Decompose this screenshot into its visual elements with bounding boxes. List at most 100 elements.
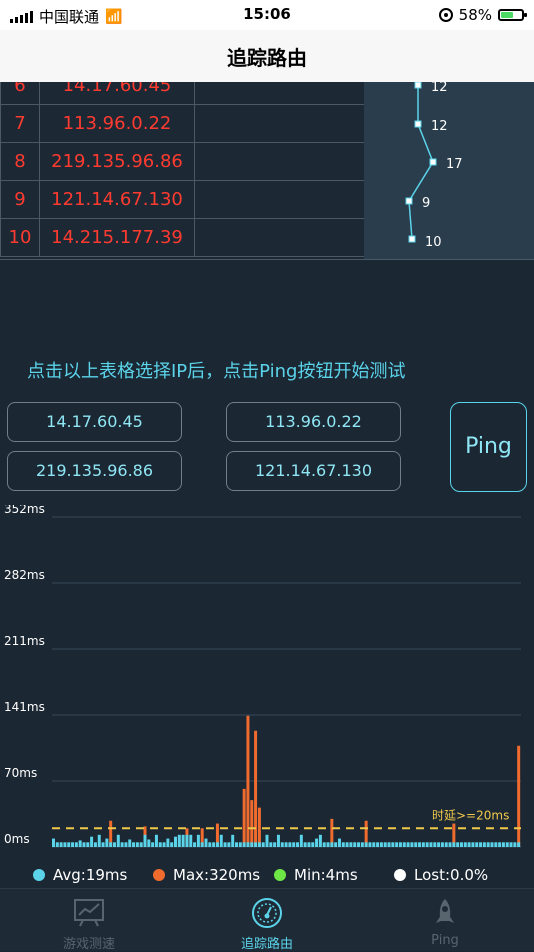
y-tick-label: 70ms	[4, 766, 37, 780]
avg-bar	[372, 842, 376, 847]
avg-bar	[52, 838, 55, 847]
ip-button-2[interactable]: 113.96.0.22	[226, 402, 401, 442]
avg-bar	[303, 842, 307, 847]
avg-bar	[246, 842, 250, 847]
route-node-label: 12	[431, 119, 448, 134]
avg-bar	[280, 842, 284, 847]
avg-bar	[398, 842, 402, 847]
avg-bar	[208, 842, 212, 847]
avg-bar	[471, 842, 475, 847]
avg-bar	[63, 842, 67, 847]
route-node	[414, 82, 422, 89]
avg-bar	[170, 842, 174, 847]
y-tick-label: 211ms	[4, 634, 45, 648]
avg-bar	[349, 842, 353, 847]
ip-cell: 121.14.67.130	[39, 180, 195, 219]
table-row[interactable]: 9 121.14.67.130	[0, 180, 366, 219]
avg-bar	[86, 842, 90, 847]
route-node	[408, 235, 416, 243]
avg-bar	[299, 834, 303, 847]
ip-button-1[interactable]: 14.17.60.45	[7, 402, 182, 442]
avg-bar	[132, 842, 136, 847]
ping-button[interactable]: Ping	[450, 402, 527, 492]
hop-cell: 6	[0, 82, 40, 105]
route-graph: 12 12 17 9 10	[405, 82, 463, 250]
ip-cell: 219.135.96.86	[39, 142, 195, 181]
avg-bar	[486, 842, 490, 847]
avg-bar	[59, 842, 63, 847]
max-bar	[257, 807, 261, 847]
avg-bar	[459, 842, 463, 847]
battery-icon	[498, 9, 527, 21]
route-line	[408, 85, 434, 240]
ip-button-3[interactable]: 219.135.96.86	[7, 451, 182, 491]
latency-chart: 352ms 282ms 211ms 141ms 70ms 0ms 时延>=20ms	[4, 505, 521, 848]
avg-bar	[475, 842, 479, 847]
instruction-text: 点击以上表格选择IP后，点击Ping按钮开始测试	[27, 361, 406, 382]
avg-bar	[219, 834, 223, 847]
avg-bar	[200, 842, 204, 847]
tab-ping[interactable]: Ping	[356, 889, 534, 951]
avg-bar	[368, 842, 372, 847]
avg-bar	[498, 842, 502, 847]
legend-min: Min:4ms	[274, 866, 358, 884]
avg-bar	[345, 842, 349, 847]
avg-bar	[501, 842, 505, 847]
avg-bar	[330, 842, 334, 847]
avg-bar	[509, 842, 513, 847]
chart-legend: Avg:19ms Max:320ms Min:4ms Lost:0.0%	[0, 862, 534, 888]
table-row[interactable]: 7 113.96.0.22	[0, 104, 366, 143]
avg-bar	[97, 834, 101, 847]
divider	[0, 259, 534, 260]
table-row[interactable]: 8 219.135.96.86	[0, 142, 366, 181]
avg-bar	[231, 834, 235, 847]
avg-bar	[261, 842, 265, 847]
table-row[interactable]: 6 14.17.60.45	[0, 82, 366, 105]
table-row[interactable]: 10 14.215.177.39	[0, 218, 366, 257]
avg-bar	[456, 842, 460, 847]
avg-bar	[124, 842, 128, 847]
avg-bar	[357, 842, 361, 847]
avg-bar	[82, 842, 86, 847]
avg-bar	[151, 842, 155, 847]
avg-bar	[284, 842, 288, 847]
battery-percent: 58%	[458, 6, 492, 24]
chart-icon	[74, 899, 104, 927]
avg-bar	[90, 836, 94, 847]
legend-dot	[33, 869, 45, 881]
avg-bar	[315, 838, 319, 847]
avg-bar	[196, 834, 200, 847]
avg-bar	[238, 842, 242, 847]
avg-bar	[254, 842, 258, 847]
tab-traceroute[interactable]: 追踪路由	[178, 889, 356, 952]
avg-bar	[269, 842, 273, 847]
tab-game-speed[interactable]: 游戏测速	[0, 889, 178, 952]
avg-bar	[78, 840, 82, 847]
avg-bar	[482, 842, 486, 847]
y-tick-label: 0ms	[4, 832, 30, 846]
ip-button-4[interactable]: 121.14.67.130	[226, 451, 401, 491]
route-node	[429, 158, 437, 166]
avg-bar	[326, 842, 330, 847]
legend-avg-label: Avg:19ms	[53, 866, 128, 884]
avg-bar	[74, 842, 78, 847]
route-table: 6 14.17.60.45 7 113.96.0.22 8 219.135.96.86…	[0, 82, 366, 257]
gauge-icon	[252, 898, 282, 928]
legend-dot	[394, 869, 406, 881]
blank-cell	[194, 218, 366, 257]
avg-bar	[353, 842, 357, 847]
avg-bar	[223, 842, 227, 847]
blank-cell	[194, 180, 366, 219]
avg-bar	[307, 842, 311, 847]
threshold-label: 时延>=20ms	[432, 808, 509, 822]
avg-bar	[494, 842, 498, 847]
y-tick-label: 282ms	[4, 568, 45, 582]
avg-bar	[463, 842, 467, 847]
max-bar	[254, 730, 258, 847]
avg-bar	[406, 842, 410, 847]
route-table-container[interactable]: 6 14.17.60.45 7 113.96.0.22 8 219.135.96.86…	[0, 82, 534, 260]
nav-bar: 追踪路由	[0, 30, 534, 83]
avg-bar	[364, 842, 368, 847]
ip-cell: 14.17.60.45	[39, 82, 195, 105]
avg-bar	[391, 842, 395, 847]
